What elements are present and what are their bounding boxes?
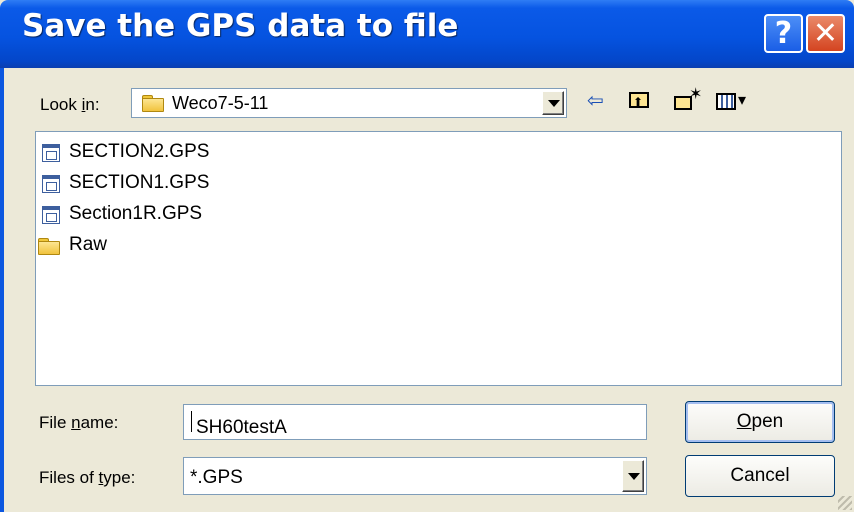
chevron-down-icon xyxy=(628,473,640,480)
help-button[interactable]: ? xyxy=(764,14,803,53)
gps-file-icon xyxy=(42,144,60,162)
open-button[interactable]: Open xyxy=(685,401,835,443)
folder-icon xyxy=(38,238,60,255)
file-list[interactable]: SECTION2.GPS SECTION1.GPS Section1R.GPS … xyxy=(35,131,842,386)
file-type-value: *.GPS xyxy=(190,467,243,488)
file-name-input[interactable]: SH60testA xyxy=(183,404,647,440)
dialog-body: Look in: Weco7-5-11 ⇦ ⬆ ✶ ▾ SECTION2.GPS… xyxy=(0,68,854,512)
look-in-value: Weco7-5-11 xyxy=(172,93,269,113)
look-in-dropdown[interactable]: Weco7-5-11 xyxy=(131,88,567,118)
file-name-label: File name: xyxy=(39,413,119,432)
back-arrow-icon: ⇦ xyxy=(587,90,604,112)
view-grid-icon xyxy=(716,93,736,110)
file-type-label: Files of type: xyxy=(39,468,136,487)
file-type-dropdown-button[interactable] xyxy=(622,460,644,492)
resize-grip[interactable] xyxy=(838,496,852,510)
close-button[interactable]: ✕ xyxy=(806,14,845,53)
look-in-label: Look in: xyxy=(40,95,100,114)
folder-icon xyxy=(142,95,164,112)
views-menu-button[interactable]: ▾ xyxy=(716,88,752,114)
title-bar[interactable]: Save the GPS data to file ? ✕ xyxy=(0,0,854,68)
back-button[interactable]: ⇦ xyxy=(587,88,604,114)
close-icon: ✕ xyxy=(812,16,839,51)
gps-file-icon xyxy=(42,206,60,224)
dialog-title: Save the GPS data to file xyxy=(22,8,459,44)
chevron-down-icon: ▾ xyxy=(738,92,747,109)
file-type-dropdown[interactable]: *.GPS xyxy=(183,457,647,495)
look-in-dropdown-button[interactable] xyxy=(542,91,564,115)
cancel-button[interactable]: Cancel xyxy=(685,455,835,497)
text-caret xyxy=(191,411,192,432)
file-name-value: SH60testA xyxy=(196,417,287,438)
up-folder-icon: ⬆ xyxy=(629,92,649,109)
gps-file-icon xyxy=(42,175,60,193)
chevron-down-icon xyxy=(548,100,560,107)
